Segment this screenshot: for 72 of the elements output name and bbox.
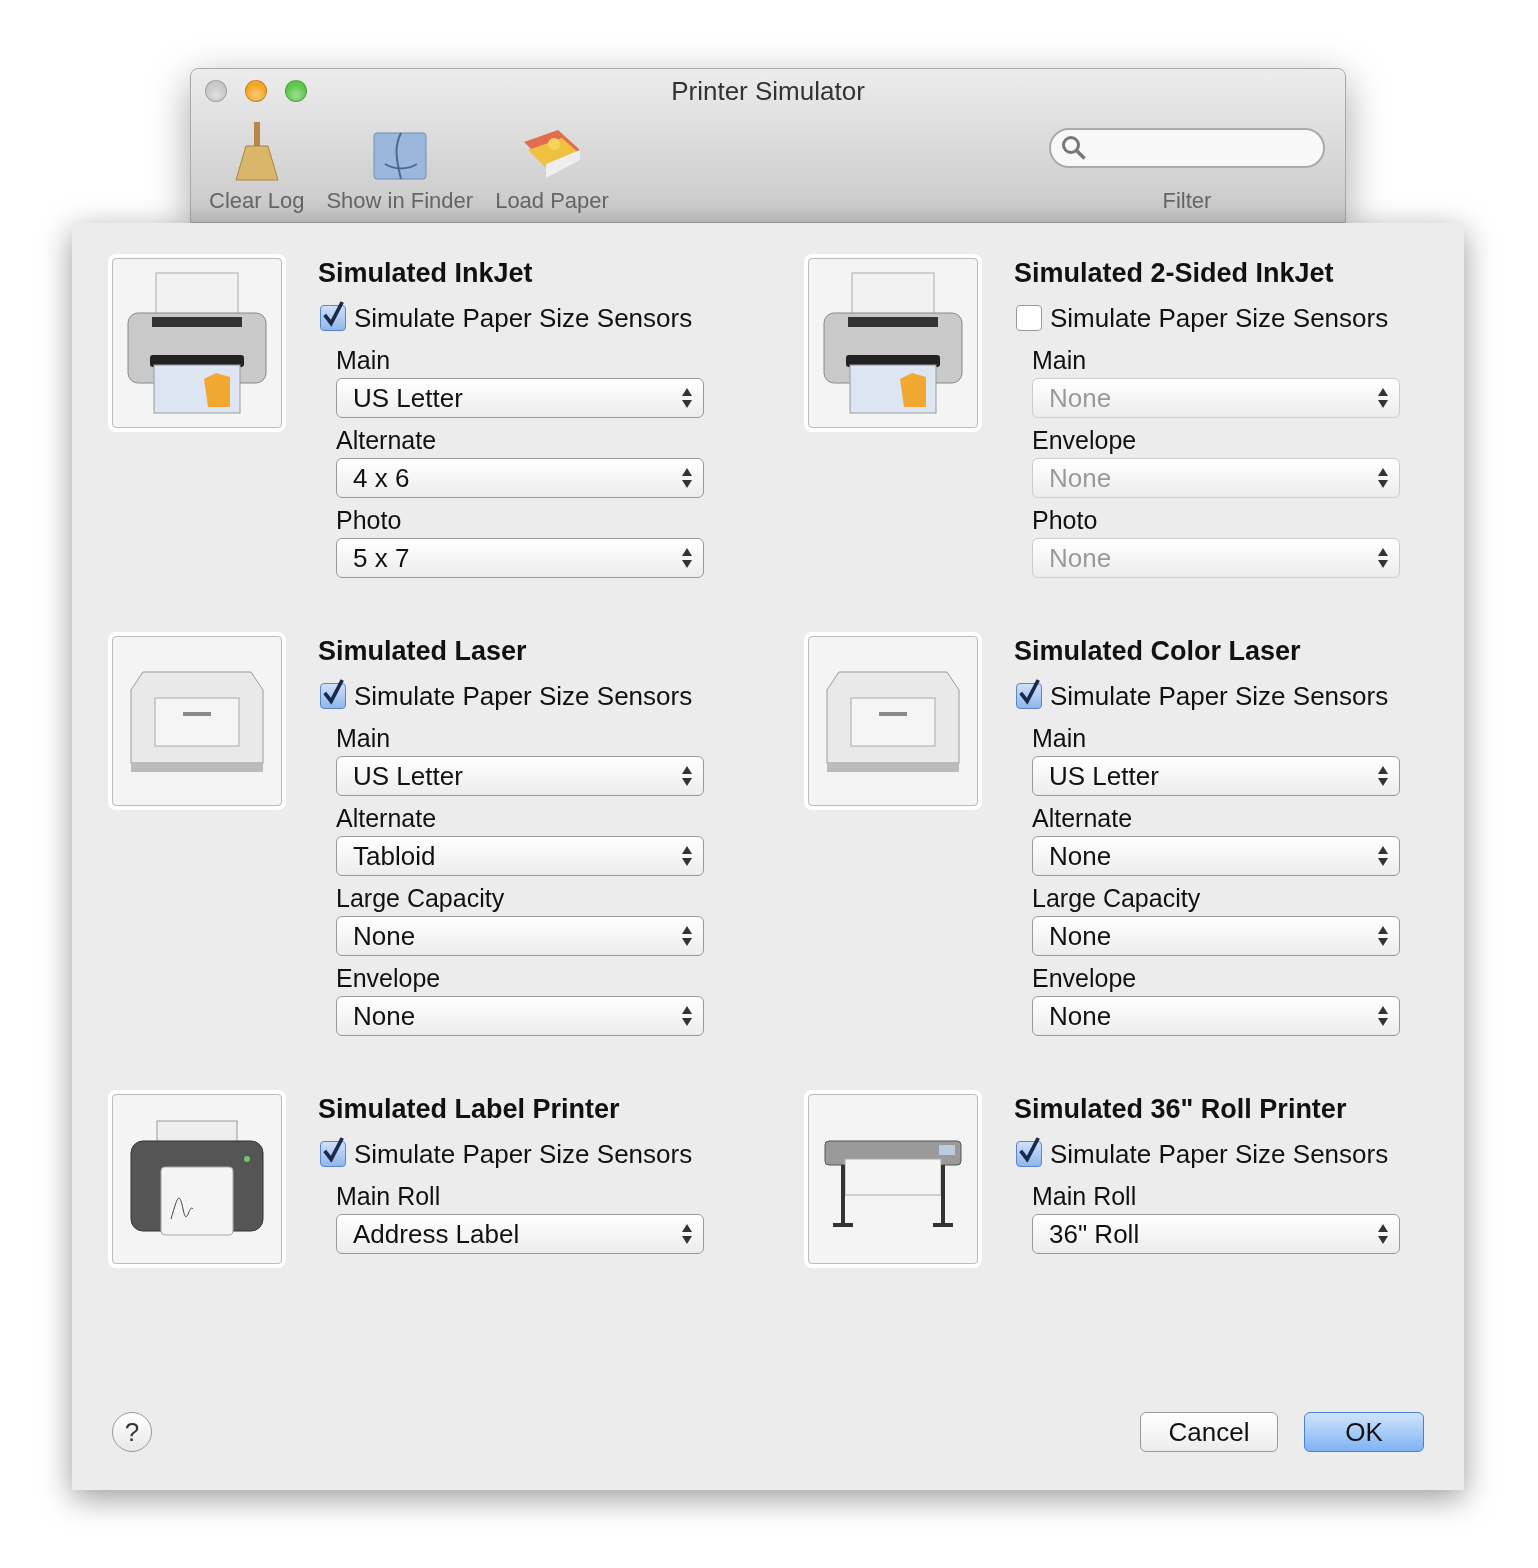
popup-button[interactable]: Address Label [336, 1214, 704, 1254]
tray-label: Large Capacity [335, 883, 506, 914]
search-icon [1061, 135, 1087, 161]
tray-label: Main [1031, 723, 1088, 754]
search-field[interactable] [1049, 128, 1325, 168]
default-button[interactable]: OK [1304, 1412, 1424, 1452]
popup-button[interactable]: 4 x 6 [336, 458, 704, 498]
popup-button[interactable]: None [1032, 836, 1400, 876]
popup-button[interactable]: None [1032, 996, 1400, 1036]
inkjet-printer-icon [124, 269, 270, 417]
popup-button[interactable]: None [336, 916, 704, 956]
printer-name: Simulated 2-Sided InkJet [1014, 257, 1335, 290]
checkbox-label: Simulate Paper Size Sensors [1050, 680, 1389, 712]
printer-name: Simulated Label Printer [318, 1093, 621, 1126]
updown-arrows-icon [681, 925, 693, 947]
printer-name: Simulated Laser [318, 635, 528, 668]
checkbox-label: Simulate Paper Size Sensors [354, 302, 693, 334]
popup-button[interactable]: 36" Roll [1032, 1214, 1400, 1254]
tray-label: Alternate [335, 425, 438, 456]
tray-label: Alternate [1031, 803, 1134, 834]
popup-button[interactable]: Tabloid [336, 836, 704, 876]
printer-name: Simulated 36" Roll Printer [1014, 1093, 1348, 1126]
help-button[interactable]: ? [112, 1412, 152, 1452]
updown-arrows-icon [681, 387, 693, 409]
tray-label: Main Roll [1031, 1181, 1138, 1212]
filter-label: Filter [1162, 188, 1212, 214]
printer-name: Simulated InkJet [318, 257, 534, 290]
updown-arrows-icon [681, 1223, 693, 1245]
popup-button[interactable]: US Letter [1032, 756, 1400, 796]
toolbar-button[interactable]: Show in Finder [326, 130, 474, 214]
tray-label: Photo [1031, 505, 1099, 536]
printer-name: Simulated Color Laser [1014, 635, 1302, 668]
toolbar-button[interactable]: Clear Log [209, 122, 305, 214]
tray-label: Envelope [1031, 425, 1138, 456]
checkbox-label: Simulate Paper Size Sensors [354, 1138, 693, 1170]
updown-arrows-icon [1377, 765, 1389, 787]
updown-arrows-icon [681, 467, 693, 489]
cancel-button[interactable]: Cancel [1140, 1412, 1278, 1452]
popup-button[interactable]: 5 x 7 [336, 538, 704, 578]
popup-button[interactable]: US Letter [336, 378, 704, 418]
updown-arrows-icon [681, 765, 693, 787]
popup-button[interactable]: None [336, 996, 704, 1036]
tray-label: Main Roll [335, 1181, 442, 1212]
zoom-button[interactable] [285, 80, 307, 102]
checkbox-label: Simulate Paper Size Sensors [1050, 302, 1389, 334]
tray-label: Large Capacity [1031, 883, 1202, 914]
updown-arrows-icon [1377, 467, 1389, 489]
tray-label: Main [1031, 345, 1088, 376]
label-printer-icon [127, 1119, 267, 1239]
tray-label: Main [335, 723, 392, 754]
updown-arrows-icon [1377, 387, 1389, 409]
tray-label: Envelope [1031, 963, 1138, 994]
checkbox[interactable] [1016, 305, 1042, 331]
tray-label: Photo [335, 505, 403, 536]
updown-arrows-icon [1377, 925, 1389, 947]
updown-arrows-icon [1377, 1223, 1389, 1245]
window-title: Printer Simulator [671, 75, 865, 107]
checkbox-label: Simulate Paper Size Sensors [1050, 1138, 1389, 1170]
popup-button[interactable]: None [1032, 916, 1400, 956]
updown-arrows-icon [1377, 845, 1389, 867]
updown-arrows-icon [681, 547, 693, 569]
popup-button[interactable]: US Letter [336, 756, 704, 796]
checkbox-label: Simulate Paper Size Sensors [354, 680, 693, 712]
updown-arrows-icon [1377, 1005, 1389, 1027]
tray-label: Main [335, 345, 392, 376]
tray-label: Envelope [335, 963, 442, 994]
updown-arrows-icon [681, 1005, 693, 1027]
inkjet-printer-icon [820, 269, 966, 417]
tray-label: Alternate [335, 803, 438, 834]
toolbar-button[interactable]: Load Paper [495, 128, 609, 214]
updown-arrows-icon [1377, 547, 1389, 569]
updown-arrows-icon [681, 845, 693, 867]
